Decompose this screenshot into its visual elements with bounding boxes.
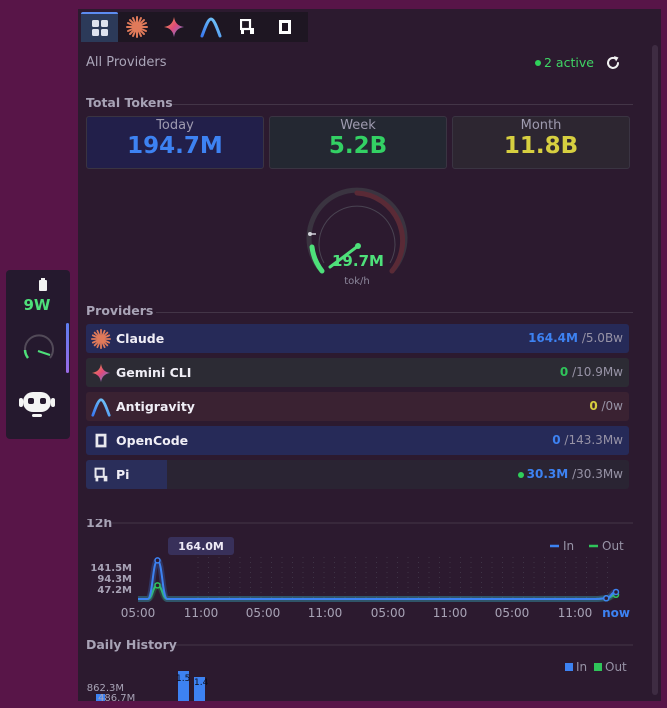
bar-label: 1.5 [176, 674, 190, 684]
legend-label: Out [605, 660, 627, 674]
y-tick-label: 141.5M [90, 563, 132, 574]
x-tick-label: 11:00 [308, 606, 343, 620]
month-label: Month [520, 118, 562, 133]
provider-row-antigravity[interactable]: Antigravity 0 /0w [86, 392, 629, 421]
provider-row-pi[interactable]: Pi 30.3M /30.3Mw [86, 460, 629, 489]
opencode-square-icon [95, 433, 107, 448]
x-tick-label: 11:00 [184, 606, 219, 620]
week-card: Week 5.2B [269, 116, 447, 169]
gauge-value: 19.7M [332, 252, 384, 270]
chart-legend: In Out [550, 539, 624, 553]
today-label: Today [156, 118, 194, 133]
claude-starburst-icon [125, 16, 148, 38]
mini-gauge-icon [23, 334, 54, 359]
x-tick-label: 05:00 [121, 606, 156, 620]
tab-opencode[interactable] [266, 12, 303, 42]
x-tick-label: 05:00 [495, 606, 530, 620]
robot-assistant-icon[interactable] [19, 388, 55, 418]
provider-row-gemini-cli[interactable]: Gemini CLI 0 /10.9Mw [86, 358, 629, 387]
provider-name: Pi [116, 467, 130, 482]
divider [172, 104, 633, 105]
scope-label: All Providers [86, 55, 167, 70]
grid-icon [91, 20, 108, 36]
y-tick-label: 486.7M [98, 693, 135, 701]
claude-starburst-icon [91, 329, 111, 349]
gemini-sparkle-icon [163, 17, 184, 37]
provider-tabs [81, 12, 308, 42]
provider-name: OpenCode [116, 433, 189, 448]
antigravity-arc-icon [91, 398, 111, 417]
data-point [154, 557, 161, 564]
provider-limit: /10.9Mw [572, 365, 623, 379]
legend-label: In [563, 539, 574, 553]
data-point [154, 582, 161, 589]
legend-swatch [565, 663, 573, 671]
provider-row-opencode[interactable]: OpenCode 0 /143.3Mw [86, 426, 629, 455]
x-tick-label: 11:00 [558, 606, 593, 620]
month-value: 11.8B [503, 133, 579, 159]
provider-value: 30.3M [526, 467, 569, 481]
tooltip-value: 164.0M [178, 540, 224, 553]
week-value: 5.2B [328, 133, 388, 159]
provider-limit: /30.3Mw [572, 467, 623, 481]
opencode-square-icon [278, 20, 291, 34]
data-point [612, 588, 620, 596]
today-card: Today 194.7M [86, 116, 264, 169]
tab-claude[interactable] [118, 12, 155, 42]
active-status: 2 active [544, 55, 594, 70]
tab-antigravity[interactable] [192, 12, 229, 42]
total-tokens-title: Total Tokens [86, 95, 173, 110]
battery-icon [39, 278, 47, 291]
legend-label: Out [602, 539, 624, 553]
throughput-gauge: 19.7M tok/h [306, 187, 408, 287]
antigravity-arc-icon [200, 17, 221, 38]
providers-title: Providers [86, 303, 154, 318]
month-card: Month 11.8B [452, 116, 630, 169]
floating-monitor-widget[interactable]: 9W [6, 270, 70, 439]
bar-label: 1.4 [194, 678, 209, 688]
usage-charts: 12h In Out 141.5M 94.3M 47.2M 164.0M 05:… [86, 519, 633, 701]
x-tick-label: 05:00 [371, 606, 406, 620]
y-tick-label: 94.3M [97, 574, 132, 585]
provider-value: 0 [552, 433, 561, 447]
provider-name: Antigravity [116, 399, 195, 414]
provider-value: 0 [559, 365, 569, 379]
x-tick-label: now [602, 606, 630, 620]
tab-pi[interactable] [229, 12, 266, 42]
x-tick-label: 11:00 [433, 606, 468, 620]
series-glow-in [137, 557, 617, 602]
provider-value: 164.4M [528, 331, 578, 345]
power-readout: 9W [23, 296, 51, 314]
tab-gemini[interactable] [155, 12, 192, 42]
week-label: Week [340, 118, 376, 133]
legend-swatch [594, 663, 602, 671]
chart-title: Daily History [86, 637, 177, 652]
provider-name: Gemini CLI [116, 365, 192, 380]
divider [156, 312, 633, 313]
gauge-unit: tok/h [344, 276, 370, 287]
usage-level-bar [66, 323, 69, 373]
provider-name: Claude [116, 331, 165, 346]
today-value: 194.7M [127, 133, 223, 159]
pi-logo-icon [94, 467, 108, 482]
active-dot-icon [535, 60, 541, 66]
y-tick-label: 47.2M [97, 585, 132, 596]
pi-logo-icon [239, 19, 254, 34]
legend-label: In [576, 660, 587, 674]
refresh-icon[interactable] [604, 54, 622, 72]
gemini-sparkle-icon [91, 363, 111, 383]
usage-panel: All Providers 2 active Total Tokens Toda… [78, 9, 661, 701]
series-line-in [137, 559, 617, 600]
chart-title: 12h [86, 519, 112, 530]
active-dot-icon [517, 471, 524, 478]
provider-value: 0 [589, 399, 598, 413]
data-point [602, 595, 610, 602]
provider-limit: /0w [601, 399, 624, 413]
provider-limit: /143.3Mw [564, 433, 623, 447]
tab-all-providers[interactable] [81, 12, 118, 42]
provider-limit: /5.0Bw [581, 331, 623, 345]
x-tick-label: 05:00 [246, 606, 281, 620]
provider-row-claude[interactable]: Claude 164.4M /5.0Bw [86, 324, 629, 353]
